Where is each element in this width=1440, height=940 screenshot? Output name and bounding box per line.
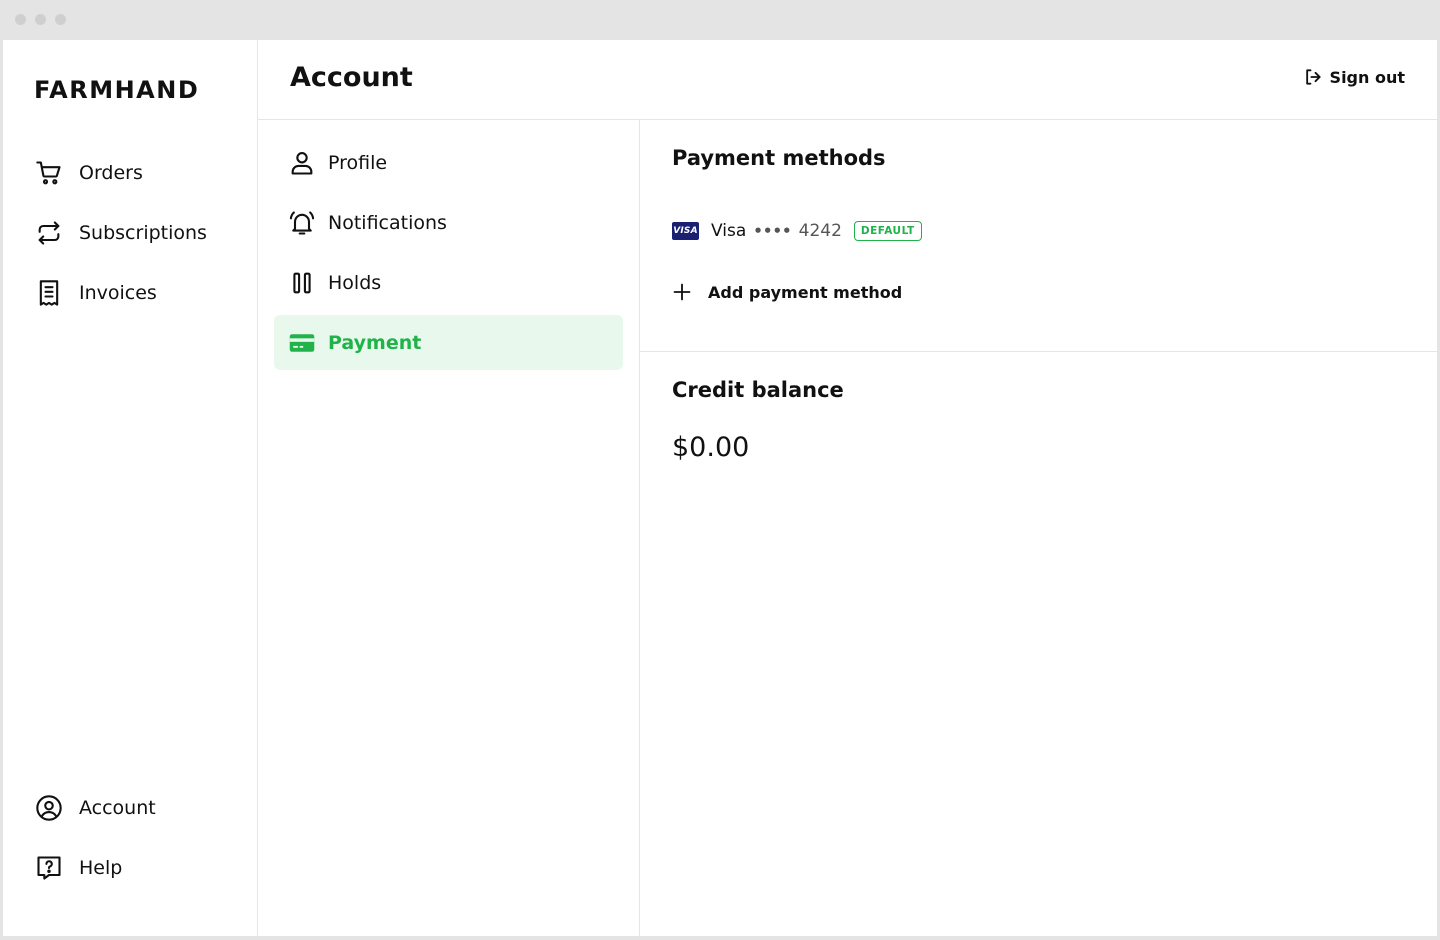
user-icon xyxy=(287,148,317,178)
sidebar-item-label: Orders xyxy=(79,162,143,184)
default-badge: DEFAULT xyxy=(853,221,922,241)
sidebar-item-orders[interactable]: Orders xyxy=(34,157,143,189)
sidebar-item-label: Invoices xyxy=(79,282,157,304)
subnav-item-notifications[interactable]: Notifications xyxy=(274,195,623,250)
card-brand: Visa xyxy=(711,221,747,241)
add-payment-method-label: Add payment method xyxy=(708,282,903,302)
window-minimize-dot[interactable] xyxy=(35,14,46,25)
subnav-item-label: Payment xyxy=(328,331,422,354)
subnav-item-profile[interactable]: Profile xyxy=(274,135,623,190)
sidebar-item-help[interactable]: Help xyxy=(34,852,122,884)
subnav-item-label: Notifications xyxy=(328,211,447,234)
page-title: Account xyxy=(290,62,413,93)
bell-icon xyxy=(287,208,317,238)
pause-icon xyxy=(287,268,317,298)
receipt-icon xyxy=(34,278,64,308)
payment-method-row[interactable]: VISA Visa •••• 4242 DEFAULT xyxy=(672,218,922,244)
sidebar-item-invoices[interactable]: Invoices xyxy=(34,277,157,309)
user-circle-icon xyxy=(34,793,64,823)
payment-content: Payment methods VISA Visa •••• 4242 DEFA… xyxy=(640,120,1437,936)
sidebar-item-label: Help xyxy=(79,857,123,879)
repeat-icon xyxy=(34,218,64,248)
sidebar-item-label: Subscriptions xyxy=(79,222,207,244)
app-container: FARMHAND Orders Subscriptions Invoices A… xyxy=(3,40,1437,936)
window-maximize-dot[interactable] xyxy=(55,14,66,25)
brand-logo[interactable]: FARMHAND xyxy=(34,76,199,104)
sign-out-label: Sign out xyxy=(1329,67,1405,87)
subnav-item-holds[interactable]: Holds xyxy=(274,255,623,310)
cart-icon xyxy=(34,158,64,188)
plus-icon xyxy=(673,283,691,301)
sidebar: FARMHAND Orders Subscriptions Invoices A… xyxy=(3,40,258,936)
add-payment-method-button[interactable]: Add payment method xyxy=(672,282,902,302)
card-mask-dots: •••• xyxy=(753,222,792,240)
visa-logo-icon: VISA xyxy=(672,222,699,240)
browser-window: FARMHAND Orders Subscriptions Invoices A… xyxy=(0,0,1440,940)
payment-methods-section: Payment methods VISA Visa •••• 4242 DEFA… xyxy=(640,120,1437,352)
subnav-item-label: Profile xyxy=(328,151,388,174)
account-subnav: Profile Notifications Holds Payment xyxy=(258,120,640,936)
help-icon xyxy=(34,853,64,883)
section-title-payment-methods: Payment methods xyxy=(672,146,886,170)
sidebar-item-account[interactable]: Account xyxy=(34,792,156,824)
credit-balance-section: Credit balance $0.00 xyxy=(640,352,1437,552)
subnav-item-label: Holds xyxy=(328,271,382,294)
card-last4: 4242 xyxy=(798,221,842,241)
sidebar-item-subscriptions[interactable]: Subscriptions xyxy=(34,217,207,249)
page-header: Account Sign out xyxy=(258,40,1437,120)
sign-out-button[interactable]: Sign out xyxy=(1303,67,1405,87)
window-titlebar xyxy=(0,0,1440,40)
window-close-dot[interactable] xyxy=(15,14,26,25)
subnav-item-payment[interactable]: Payment xyxy=(274,315,623,370)
credit-balance-amount: $0.00 xyxy=(672,432,750,463)
sign-out-icon xyxy=(1305,69,1321,85)
credit-card-icon xyxy=(287,328,317,358)
section-title-credit-balance: Credit balance xyxy=(672,378,844,402)
sidebar-item-label: Account xyxy=(79,797,156,819)
